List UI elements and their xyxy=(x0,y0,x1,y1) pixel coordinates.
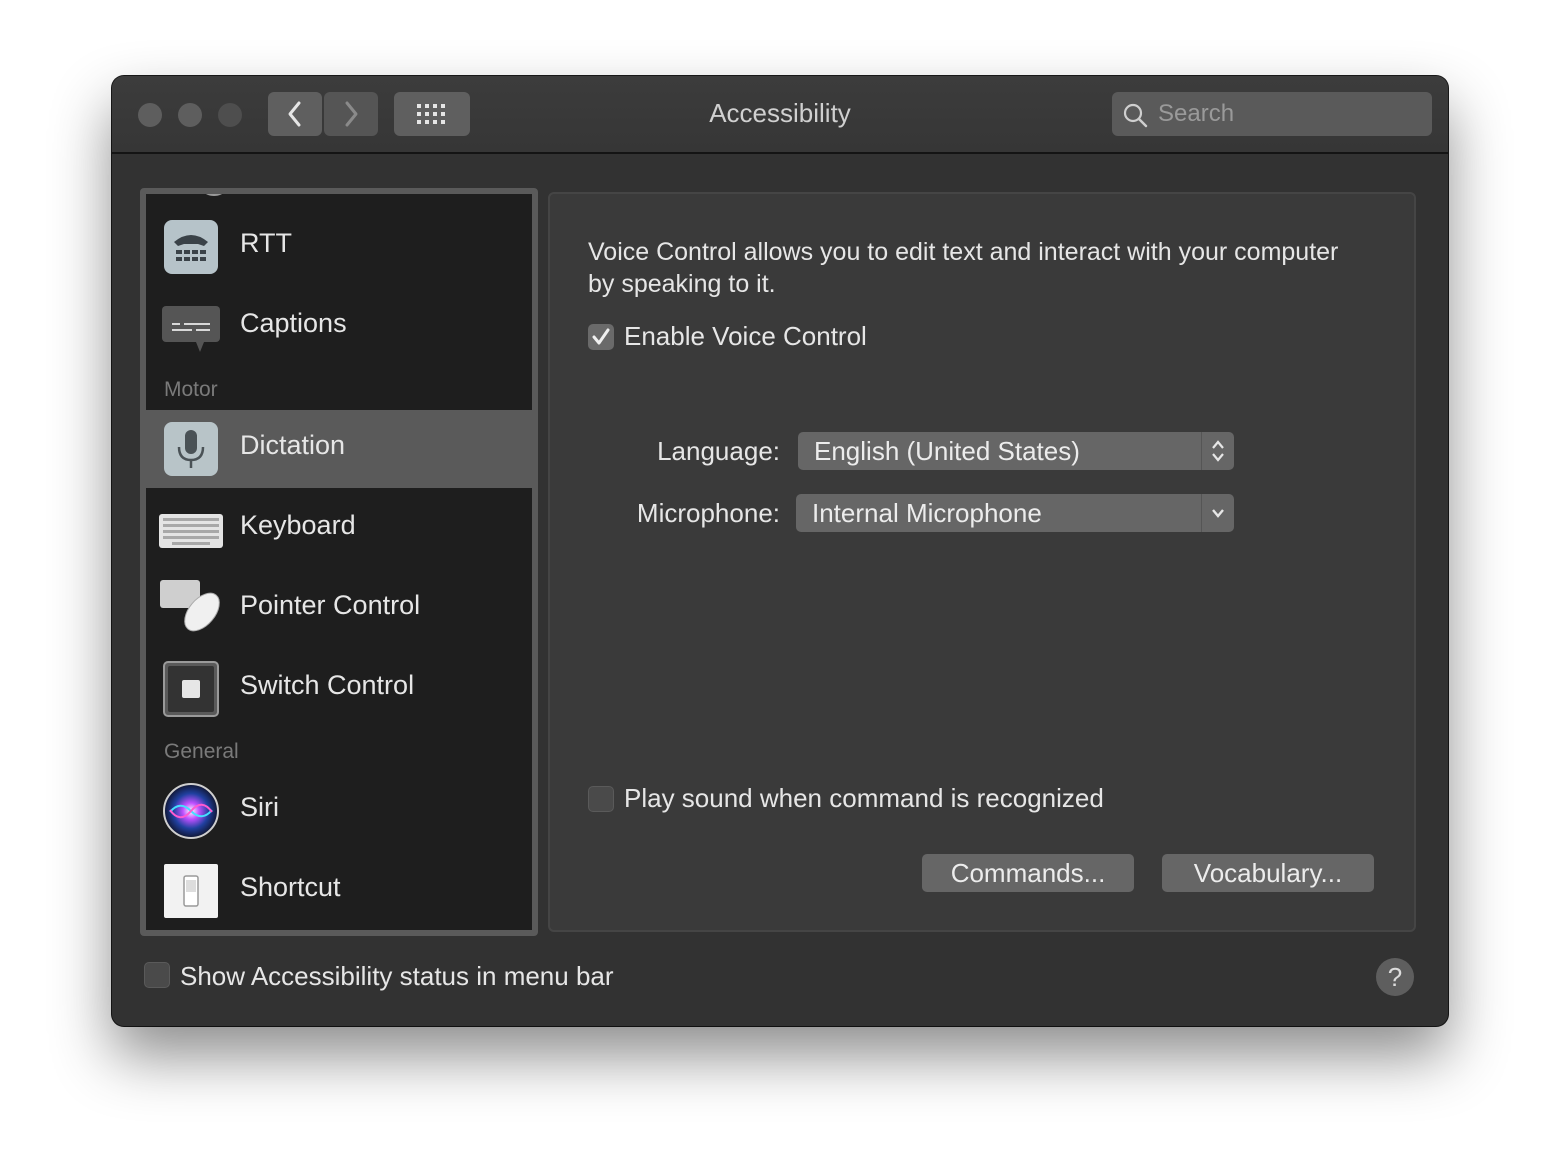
shortcut-icon xyxy=(164,864,218,918)
show-accessibility-status-checkbox[interactable] xyxy=(144,962,170,988)
sidebar-item-pointer-control[interactable]: Pointer Control xyxy=(146,570,532,648)
sidebar-item-label: Captions xyxy=(240,308,347,338)
search-icon xyxy=(1123,103,1148,128)
enable-voice-control-label: Enable Voice Control xyxy=(624,321,867,351)
sidebar-item-label: Siri xyxy=(240,792,279,822)
chevron-down-icon xyxy=(1212,509,1224,518)
search-field[interactable]: Search xyxy=(1112,92,1432,136)
rtt-icon xyxy=(164,220,218,274)
dropdown-arrow xyxy=(1201,494,1234,532)
preferences-window: Accessibility Search RTT Captions Motor … xyxy=(112,76,1448,1026)
pointer-control-icon xyxy=(160,580,220,632)
microphone-label: Microphone: xyxy=(636,498,780,528)
back-button[interactable] xyxy=(268,92,322,136)
sidebar-item-label: RTT xyxy=(240,228,292,258)
chevron-left-icon xyxy=(288,101,301,127)
sidebar-item-dictation[interactable]: Dictation xyxy=(146,410,532,488)
section-header-motor: Motor xyxy=(164,378,218,401)
voice-control-description: Voice Control allows you to edit text an… xyxy=(588,238,1339,298)
title-bar: Accessibility Search xyxy=(112,76,1448,154)
vocabulary-button[interactable]: Vocabulary... xyxy=(1162,854,1374,892)
close-window-button[interactable] xyxy=(138,103,162,127)
sidebar-item-keyboard[interactable]: Keyboard xyxy=(146,490,532,568)
show-accessibility-status-label: Show Accessibility status in menu bar xyxy=(180,961,614,991)
stepper-arrows xyxy=(1201,432,1234,470)
language-select[interactable]: English (United States) xyxy=(798,432,1234,470)
microphone-select[interactable]: Internal Microphone xyxy=(796,494,1234,532)
sidebar-item-label: Shortcut xyxy=(240,872,341,902)
language-value: English (United States) xyxy=(814,436,1080,466)
section-header-general: General xyxy=(164,740,239,763)
scrolled-item-fragment xyxy=(204,194,224,196)
sidebar-item-rtt[interactable]: RTT xyxy=(146,208,532,286)
back-forward-group xyxy=(268,92,378,136)
keyboard-icon xyxy=(159,514,223,548)
sidebar-item-siri[interactable]: Siri xyxy=(146,772,532,850)
sidebar-item-label: Dictation xyxy=(240,430,346,460)
checkmark-icon xyxy=(592,328,610,345)
minimize-window-button[interactable] xyxy=(178,103,202,127)
sidebar-item-label: Switch Control xyxy=(240,670,415,700)
microphone-value: Internal Microphone xyxy=(812,498,1042,528)
play-sound-label: Play sound when command is recognized xyxy=(624,783,1104,813)
sidebar-item-switch-control[interactable]: Switch Control xyxy=(146,650,532,728)
commands-button[interactable]: Commands... xyxy=(922,854,1134,892)
sidebar-item-captions[interactable]: Captions xyxy=(146,288,532,366)
enable-voice-control-checkbox[interactable] xyxy=(588,324,614,350)
window-title: Accessibility xyxy=(709,98,851,128)
search-placeholder: Search xyxy=(1158,100,1235,127)
language-label: Language: xyxy=(657,436,780,466)
voice-control-panel: Voice Control allows you to edit text an… xyxy=(548,192,1416,932)
microphone-icon xyxy=(164,422,218,476)
show-all-button[interactable] xyxy=(394,92,470,136)
play-sound-checkbox[interactable] xyxy=(588,786,614,812)
siri-icon xyxy=(163,783,219,839)
sidebar-item-label: Keyboard xyxy=(240,510,356,540)
sidebar-item-label: Pointer Control xyxy=(240,590,421,620)
sidebar-item-shortcut[interactable]: Shortcut xyxy=(146,852,532,930)
captions-icon xyxy=(162,306,220,352)
forward-button[interactable] xyxy=(324,92,378,136)
switch-control-icon xyxy=(163,661,219,717)
chevron-right-icon xyxy=(345,101,358,127)
zoom-window-button[interactable] xyxy=(218,103,242,127)
up-down-chevron-icon xyxy=(1212,440,1224,462)
sidebar-list[interactable]: RTT Captions Motor Dictation Keyboard Po… xyxy=(140,188,538,936)
help-button[interactable]: ? xyxy=(1376,958,1414,996)
grid-icon xyxy=(417,104,445,124)
